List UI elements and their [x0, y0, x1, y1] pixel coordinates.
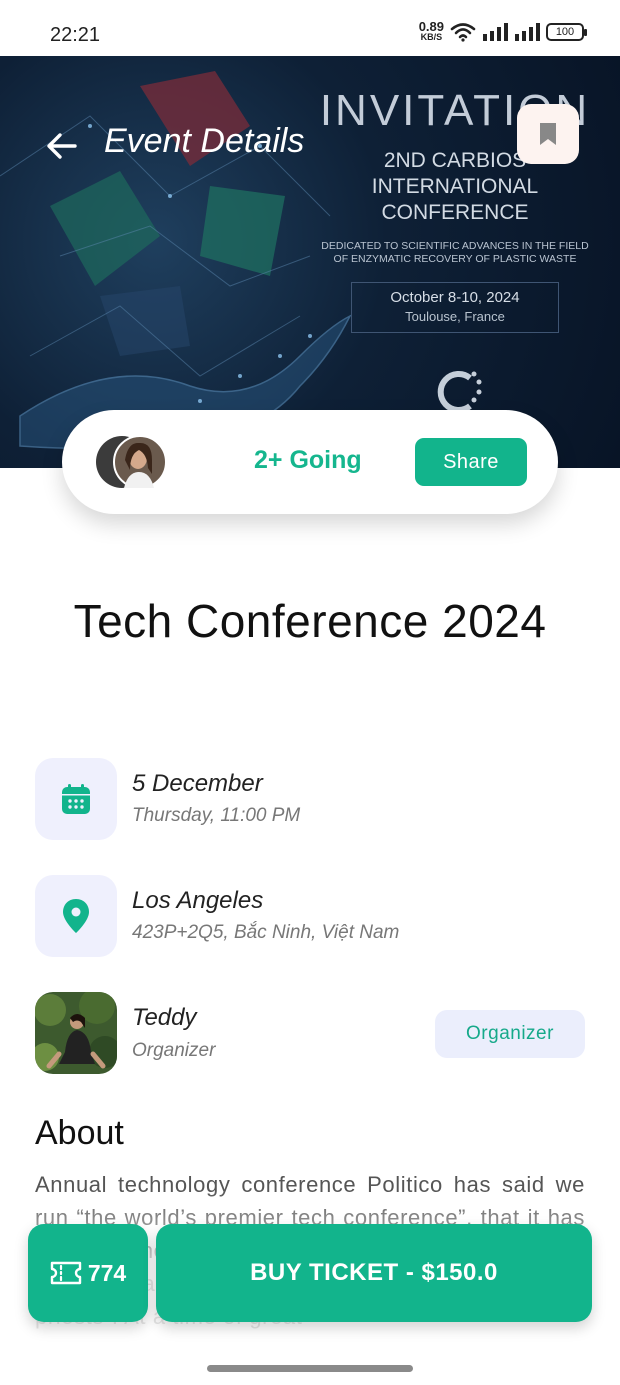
ticket-count-button[interactable]: 774	[28, 1224, 148, 1322]
date-icon-box	[35, 758, 117, 840]
signal-icon-2	[515, 23, 540, 41]
location-address: 423P+2Q5, Bắc Ninh, Việt Nam	[132, 922, 400, 943]
status-time: 22:21	[50, 24, 101, 46]
wifi-icon	[450, 23, 476, 42]
signal-icon	[483, 23, 508, 41]
arrow-left-icon	[47, 133, 77, 159]
network-speed-unit: KB/S	[420, 32, 443, 42]
ticket-count: 774	[87, 1259, 127, 1286]
event-time: Thursday, 11:00 PM	[132, 805, 301, 826]
organizer-name: Teddy	[132, 1004, 197, 1031]
page-title: Event Details	[104, 122, 305, 160]
buy-ticket-button[interactable]: BUY TICKET - $150.0	[156, 1224, 592, 1322]
organizer-button[interactable]: Organizer	[435, 1010, 585, 1058]
network-speed-value: 0.89	[418, 19, 444, 34]
network-speed: 0.89 KB/S	[418, 19, 444, 42]
organizer-role: Organizer	[132, 1040, 216, 1061]
poster-date-box: October 8-10, 2024 Toulouse, France	[351, 282, 559, 333]
organizer-photo-image	[35, 992, 117, 1074]
poster-place: Toulouse, France	[405, 309, 505, 324]
attendees-card: 2+ Going Share	[62, 410, 558, 514]
location-city: Los Angeles	[132, 887, 264, 914]
share-button[interactable]: Share	[415, 438, 527, 486]
bookmark-button[interactable]	[517, 104, 579, 164]
poster-line-2: INTERNATIONAL	[371, 175, 539, 198]
status-bar: 22:21 0.89 KB/S 100	[0, 0, 620, 56]
battery-icon: 100	[546, 23, 587, 41]
location-pin-icon	[63, 899, 89, 933]
back-button[interactable]	[44, 128, 80, 164]
poster-desc-2: OF ENZYMATIC RECOVERY OF PLASTIC WASTE	[333, 253, 577, 265]
status-icons: 0.89 KB/S 100	[418, 19, 587, 42]
event-date: 5 December	[132, 770, 263, 797]
poster-line-3: CONFERENCE	[381, 201, 529, 224]
event-title: Tech Conference 2024	[73, 595, 547, 647]
calendar-icon	[62, 784, 90, 814]
about-heading: About	[35, 1114, 124, 1152]
home-indicator[interactable]	[207, 1365, 413, 1372]
ticket-icon	[50, 1261, 82, 1285]
location-icon-box	[35, 875, 117, 957]
bookmark-icon	[540, 123, 556, 145]
going-count: 2+ Going	[254, 446, 362, 474]
organizer-avatar[interactable]	[35, 992, 117, 1074]
attendee-avatars	[96, 435, 167, 489]
poster-date: October 8-10, 2024	[390, 289, 520, 306]
poster-desc-1: DEDICATED TO SCIENTIFIC ADVANCES IN THE …	[321, 240, 589, 252]
